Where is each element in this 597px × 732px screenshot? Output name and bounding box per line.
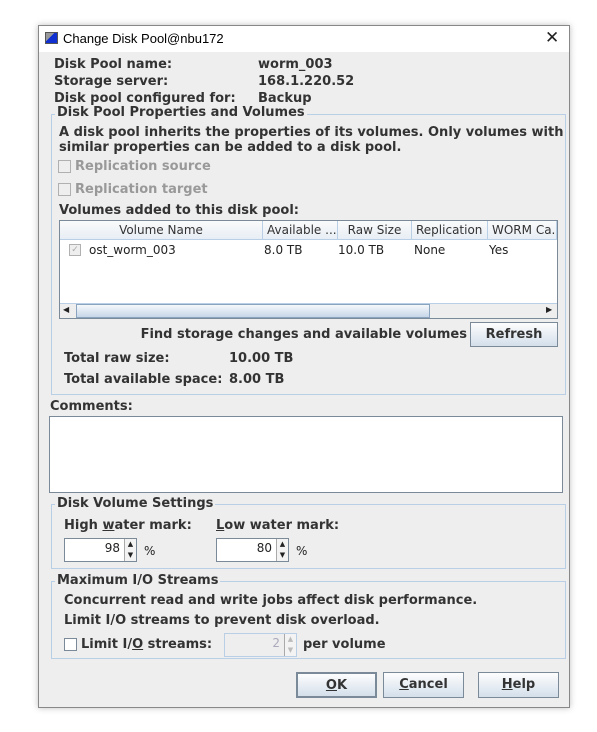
ok-button[interactable]: OK — [296, 672, 377, 698]
label-text: streams: — [143, 637, 213, 652]
mnemonic: w — [102, 518, 115, 533]
label-text: K — [336, 678, 348, 693]
replication-source-label: Replication source — [75, 159, 211, 174]
high-water-label: High water mark: — [64, 518, 192, 533]
total-available-value: 8.00 TB — [229, 372, 285, 387]
cell-available: 8.0 TB — [264, 243, 303, 257]
table-row[interactable]: ✓ ost_worm_003 8.0 TB 10.0 TB None Yes — [60, 241, 557, 259]
cell-worm: Yes — [489, 243, 509, 257]
volume-settings-legend: Disk Volume Settings — [55, 496, 216, 511]
limit-io-value[interactable]: 2 — [272, 636, 280, 650]
cell-replication: None — [414, 243, 446, 257]
mnemonic: O — [325, 678, 337, 693]
cell-volume-name: ost_worm_003 — [89, 243, 176, 257]
limit-io-checkbox[interactable] — [64, 638, 77, 651]
low-water-label: Low water mark: — [216, 518, 339, 533]
row-checkbox[interactable]: ✓ — [69, 244, 81, 256]
configured-for-label: Disk pool configured for: — [54, 91, 236, 106]
per-volume-label: per volume — [303, 637, 386, 652]
high-water-unit: % — [144, 544, 156, 558]
cell-raw-size: 10.0 TB — [338, 243, 385, 257]
high-water-value[interactable]: 98 — [105, 541, 120, 555]
app-icon — [45, 32, 58, 44]
disk-pool-name-value: worm_003 — [258, 57, 333, 72]
close-icon[interactable]: ✕ — [545, 28, 559, 48]
window-title: Change Disk Pool@nbu172 — [63, 31, 224, 46]
spin-up-icon[interactable]: ▲ — [124, 539, 136, 550]
spin-down-icon[interactable]: ▼ — [276, 550, 288, 561]
help-button[interactable]: Help — [478, 672, 559, 698]
column-header-worm[interactable]: WORM Ca... — [488, 221, 557, 240]
limit-io-spinner[interactable]: 2 ▲ ▼ — [224, 633, 297, 657]
column-header-replication[interactable]: Replication — [412, 221, 488, 240]
storage-server-value: 168.1.220.52 — [258, 74, 355, 89]
horizontal-scrollbar[interactable]: ◀ ▶ — [60, 303, 557, 318]
comments-label: Comments: — [50, 399, 133, 414]
storage-server-label: Storage server: — [54, 74, 169, 89]
spin-down-icon[interactable]: ▼ — [284, 645, 296, 656]
column-header-raw-size[interactable]: Raw Size — [338, 221, 412, 240]
io-desc-2: Limit I/O streams to prevent disk overlo… — [64, 613, 380, 628]
replication-target-checkbox[interactable] — [58, 183, 71, 196]
mnemonic: C — [399, 677, 409, 692]
io-streams-legend: Maximum I/O Streams — [55, 573, 221, 588]
refresh-button[interactable]: Refresh — [470, 322, 558, 347]
configured-for-value: Backup — [258, 91, 312, 106]
scroll-right-icon[interactable]: ▶ — [546, 305, 552, 314]
replication-target-label: Replication target — [75, 182, 208, 197]
title-bar: Change Disk Pool@nbu172 ✕ — [39, 26, 569, 52]
properties-desc-2: similar properties can be added to a dis… — [59, 140, 402, 155]
column-header-available[interactable]: Available ... — [263, 221, 338, 240]
spin-up-icon[interactable]: ▲ — [276, 539, 288, 550]
label-text: Limit I/ — [81, 637, 133, 652]
label-text: ow water mark: — [224, 518, 340, 533]
mnemonic: H — [501, 677, 513, 692]
properties-legend: Disk Pool Properties and Volumes — [55, 105, 307, 120]
label-text: ater mark: — [114, 518, 192, 533]
volumes-table: Volume Name Available ... Raw Size Repli… — [59, 220, 558, 319]
label-text: High — [64, 518, 103, 533]
mnemonic: O — [132, 637, 144, 652]
limit-io-label: Limit I/O streams: — [81, 637, 212, 652]
column-header-volume-name[interactable]: Volume Name — [60, 221, 263, 240]
scroll-left-icon[interactable]: ◀ — [63, 305, 69, 314]
find-storage-label: Find storage changes and available volum… — [140, 327, 467, 342]
low-water-spinner[interactable]: 80 ▲ ▼ — [216, 538, 289, 562]
label-text: ancel — [408, 677, 448, 692]
total-raw-value: 10.00 TB — [229, 351, 294, 366]
low-water-unit: % — [296, 544, 308, 558]
label-text: elp — [512, 677, 536, 692]
disk-pool-name-label: Disk Pool name: — [54, 57, 173, 72]
low-water-value[interactable]: 80 — [257, 541, 272, 555]
properties-desc-1: A disk pool inherits the properties of i… — [59, 125, 564, 140]
io-desc-1: Concurrent read and write jobs affect di… — [64, 593, 478, 608]
volumes-label: Volumes added to this disk pool: — [59, 203, 300, 218]
high-water-spinner[interactable]: 98 ▲ ▼ — [64, 538, 137, 562]
spin-down-icon[interactable]: ▼ — [124, 550, 136, 561]
total-raw-label: Total raw size: — [64, 351, 170, 366]
scrollbar-thumb[interactable] — [76, 304, 430, 318]
cancel-button[interactable]: Cancel — [383, 672, 464, 698]
total-available-label: Total available space: — [64, 372, 223, 387]
replication-source-checkbox[interactable] — [58, 160, 71, 173]
spin-up-icon[interactable]: ▲ — [284, 634, 296, 645]
comments-textarea[interactable] — [49, 416, 563, 493]
